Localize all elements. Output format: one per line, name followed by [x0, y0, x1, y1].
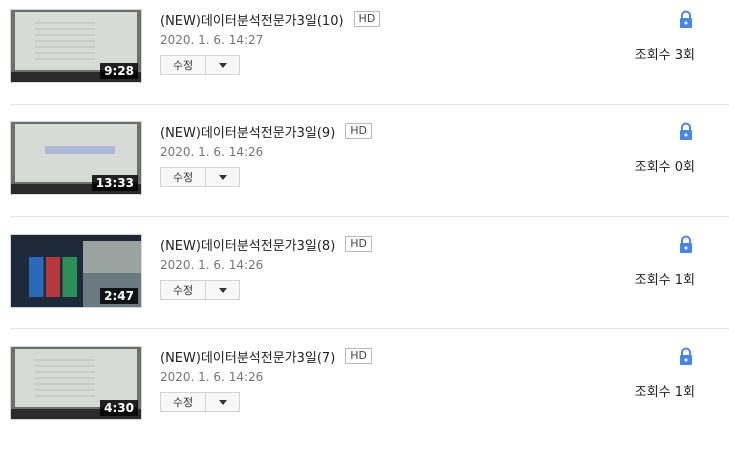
- video-title[interactable]: (NEW)데이터분석전문가3일(7): [160, 347, 335, 366]
- edit-button-group: 수정: [160, 392, 240, 412]
- thumbnail-content: [45, 146, 115, 154]
- duration-badge: 13:33: [91, 175, 138, 191]
- edit-button-group: 수정: [160, 167, 240, 187]
- lock-icon: [680, 10, 692, 28]
- upload-date: 2020. 1. 6. 14:26: [160, 258, 264, 272]
- upload-date: 2020. 1. 6. 14:26: [160, 370, 264, 384]
- duration-badge: 4:30: [100, 400, 138, 416]
- thumbnail-content: [35, 22, 95, 62]
- hd-badge: HD: [353, 11, 381, 27]
- video-thumbnail[interactable]: 4:30: [10, 346, 142, 420]
- duration-badge: 9:28: [100, 63, 138, 79]
- thumbnail-image: [15, 12, 137, 70]
- view-count: 조회수 1회: [634, 273, 695, 288]
- video-thumbnail[interactable]: 2:47: [10, 234, 142, 308]
- edit-button[interactable]: 수정: [160, 280, 206, 300]
- edit-menu-button[interactable]: [206, 280, 240, 300]
- video-title[interactable]: (NEW)데이터분석전문가3일(10): [160, 10, 344, 29]
- lock-icon: [680, 235, 692, 253]
- video-title[interactable]: (NEW)데이터분석전문가3일(8): [160, 235, 335, 254]
- edit-button-group: 수정: [160, 55, 240, 75]
- edit-button[interactable]: 수정: [160, 167, 206, 187]
- chevron-down-icon: [218, 62, 227, 68]
- chevron-down-icon: [218, 399, 227, 405]
- thumbnail-start-tiles: [29, 257, 77, 297]
- edit-button[interactable]: 수정: [160, 55, 206, 75]
- edit-button-group: 수정: [160, 280, 240, 300]
- row-divider: [10, 328, 729, 329]
- video-thumbnail[interactable]: 13:33: [10, 121, 142, 195]
- video-title[interactable]: (NEW)데이터분석전문가3일(9): [160, 122, 335, 141]
- view-count: 조회수 3회: [634, 48, 695, 63]
- edit-button[interactable]: 수정: [160, 392, 206, 412]
- hd-badge: HD: [345, 123, 373, 139]
- video-row: 2:47 (NEW)데이터분석전문가3일(8) HD 2020. 1. 6. 1…: [0, 225, 729, 337]
- thumbnail-image: [15, 349, 137, 407]
- view-count: 조회수 1회: [634, 385, 695, 400]
- video-row: 4:30 (NEW)데이터분석전문가3일(7) HD 2020. 1. 6. 1…: [0, 337, 729, 449]
- upload-date: 2020. 1. 6. 14:27: [160, 33, 264, 47]
- hd-badge: HD: [345, 236, 373, 252]
- upload-date: 2020. 1. 6. 14:26: [160, 145, 264, 159]
- edit-menu-button[interactable]: [206, 55, 240, 75]
- lock-icon: [680, 122, 692, 140]
- thumbnail-image: [15, 124, 137, 182]
- lock-icon: [680, 347, 692, 365]
- video-row: 9:28 (NEW)데이터분석전문가3일(10) HD 2020. 1. 6. …: [0, 0, 729, 112]
- chevron-down-icon: [218, 287, 227, 293]
- view-count: 조회수 0회: [634, 160, 695, 175]
- hd-badge: HD: [345, 348, 373, 364]
- edit-menu-button[interactable]: [206, 167, 240, 187]
- row-divider: [10, 216, 729, 217]
- row-divider: [10, 104, 729, 105]
- edit-menu-button[interactable]: [206, 392, 240, 412]
- video-row: 13:33 (NEW)데이터분석전문가3일(9) HD 2020. 1. 6. …: [0, 112, 729, 224]
- chevron-down-icon: [218, 174, 227, 180]
- thumbnail-content: [35, 359, 95, 399]
- duration-badge: 2:47: [100, 288, 138, 304]
- video-thumbnail[interactable]: 9:28: [10, 9, 142, 83]
